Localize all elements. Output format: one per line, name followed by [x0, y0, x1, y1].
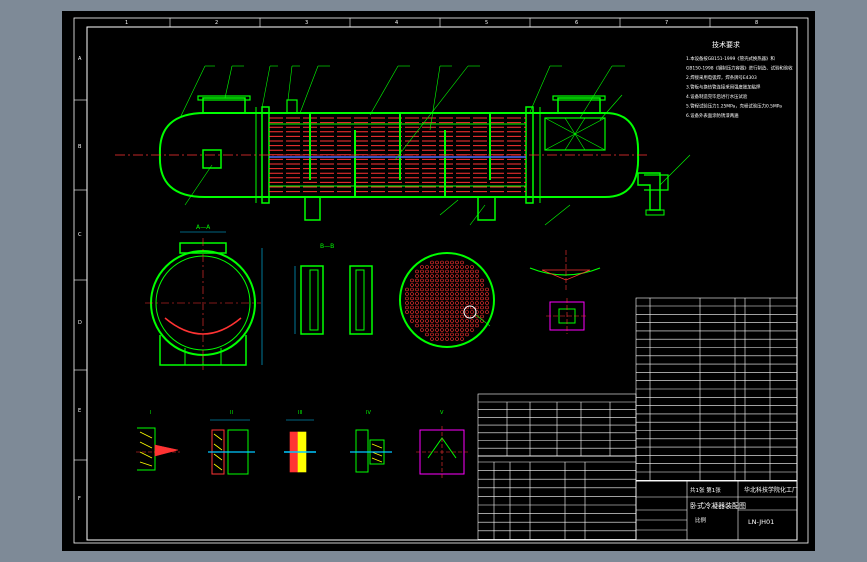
- section-a-label: A—A: [196, 224, 211, 231]
- section-b-label: B—B: [320, 243, 334, 250]
- drawing-number: LN-JH01: [748, 518, 774, 526]
- sheet-label: 共1张 第1张: [690, 486, 721, 494]
- frame-letter: F: [78, 496, 81, 502]
- frame-letter: B: [78, 144, 82, 150]
- frame-number: 4: [395, 20, 398, 26]
- detail-label: V: [440, 410, 444, 416]
- detail-label: IV: [366, 410, 371, 416]
- frame-letter: E: [78, 408, 81, 414]
- frame-letter: D: [78, 320, 82, 326]
- tech-req-line: 6.设备外表面涂防锈漆两遍: [686, 112, 739, 119]
- tech-req-line: 3.管板与换热管连接采用强度胀加贴焊: [686, 84, 761, 91]
- frame-letter: C: [78, 232, 82, 238]
- frame-number: 2: [215, 20, 218, 26]
- detail-label: I: [150, 410, 151, 416]
- frame-letter: A: [78, 56, 82, 62]
- tech-req-line: GB150-1998《钢制压力容器》进行制造、试验和验收: [686, 65, 793, 72]
- frame-number: 3: [305, 20, 308, 26]
- tech-req-heading: 技术要求: [712, 40, 740, 49]
- cad-viewport[interactable]: 1 2 3 4 5 6 7 8 A B C D E F A—A B—B I II III IV V 技术要…: [0, 0, 867, 562]
- drawing-title: 卧式冷凝器装配图: [690, 501, 746, 510]
- detail-label: III: [298, 410, 302, 416]
- tech-req-line: 1.本设备按GB151-1999《管壳式换热器》和: [686, 55, 775, 62]
- company-name: 华北科技学院化工厂: [744, 486, 798, 494]
- frame-number: 8: [755, 20, 758, 26]
- tech-req-line: 5.管程试验压力1.25MPa，壳程试验压力0.5MPa: [686, 103, 782, 110]
- tech-req-line: 4.设备制造完毕后进行水压试验: [686, 93, 748, 100]
- frame-number: 7: [665, 20, 668, 26]
- frame-number: 1: [125, 20, 128, 26]
- frame-number: 5: [485, 20, 488, 26]
- detail-label: II: [230, 410, 233, 416]
- frame-number: 6: [575, 20, 578, 26]
- drawing-canvas[interactable]: 1 2 3 4 5 6 7 8 A B C D E F A—A B—B I II III I…: [0, 0, 867, 562]
- scale-label: 比例: [695, 516, 707, 524]
- tech-req-line: 2.焊接采用电弧焊，焊条牌号E4303: [686, 74, 757, 81]
